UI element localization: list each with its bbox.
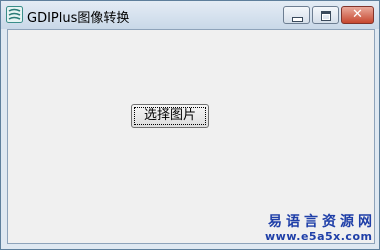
select-image-button[interactable]: 选择图片 xyxy=(131,104,209,128)
title-bar[interactable]: GDIPlus图像转换 ✕ xyxy=(1,1,379,29)
window-title: GDIPlus图像转换 xyxy=(27,11,130,26)
select-image-button-label: 选择图片 xyxy=(143,108,196,123)
app-window: GDIPlus图像转换 ✕ 选择图片 易语言资源网 www.e5a5x.com xyxy=(0,0,380,250)
minimize-icon xyxy=(292,17,303,22)
close-button[interactable]: ✕ xyxy=(341,6,374,24)
minimize-button[interactable] xyxy=(283,6,310,24)
app-icon xyxy=(6,6,23,23)
watermark-url: www.e5a5x.com xyxy=(265,230,373,243)
maximize-icon xyxy=(321,11,331,21)
close-icon: ✕ xyxy=(352,7,363,22)
maximize-button[interactable] xyxy=(312,6,339,24)
watermark-title: 易语言资源网 xyxy=(268,214,376,230)
